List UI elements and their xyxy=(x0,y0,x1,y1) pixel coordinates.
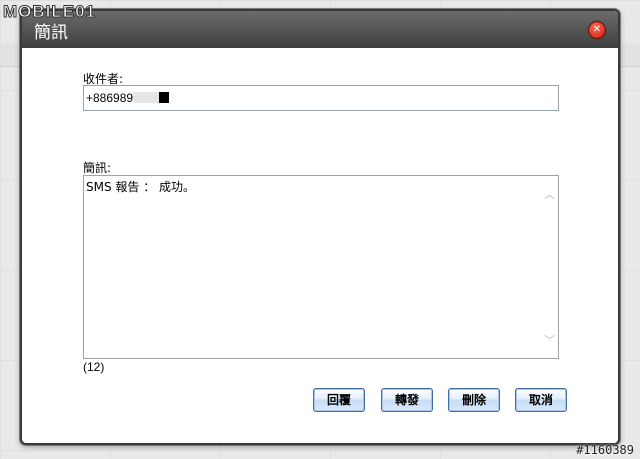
recipient-value: +886989 xyxy=(86,91,134,105)
dialog-titlebar: 簡訊 ✕ xyxy=(22,11,618,48)
char-count: (12) xyxy=(83,360,105,374)
reply-button[interactable]: 回覆 xyxy=(313,388,365,412)
message-scrollbar[interactable]: ︿ ﹀ xyxy=(541,176,558,358)
close-icon[interactable]: ✕ xyxy=(588,21,606,39)
message-textarea[interactable]: SMS 報告 ： 成功。 ︿ ﹀ xyxy=(83,175,559,359)
message-label: 簡訊: xyxy=(83,161,112,175)
watermark-logo: MOBILE01 xyxy=(2,2,97,22)
chevron-down-icon[interactable]: ﹀ xyxy=(544,336,555,347)
forward-button[interactable]: 轉發 xyxy=(381,388,433,412)
delete-button[interactable]: 刪除 xyxy=(448,388,500,412)
redaction-mark xyxy=(159,92,170,103)
cancel-button[interactable]: 取消 xyxy=(515,388,567,412)
chevron-up-icon[interactable]: ︿ xyxy=(544,190,555,201)
watermark-stamp: #1160389 xyxy=(576,443,634,457)
recipient-field[interactable]: +886989 xyxy=(83,85,559,111)
redaction-mark xyxy=(133,92,160,103)
sms-dialog: 簡訊 ✕ 收件者: +886989 簡訊: SMS 報告 ： 成功。 ︿ ﹀ (… xyxy=(20,9,620,445)
message-text: SMS 報告 ： 成功。 xyxy=(86,180,196,194)
